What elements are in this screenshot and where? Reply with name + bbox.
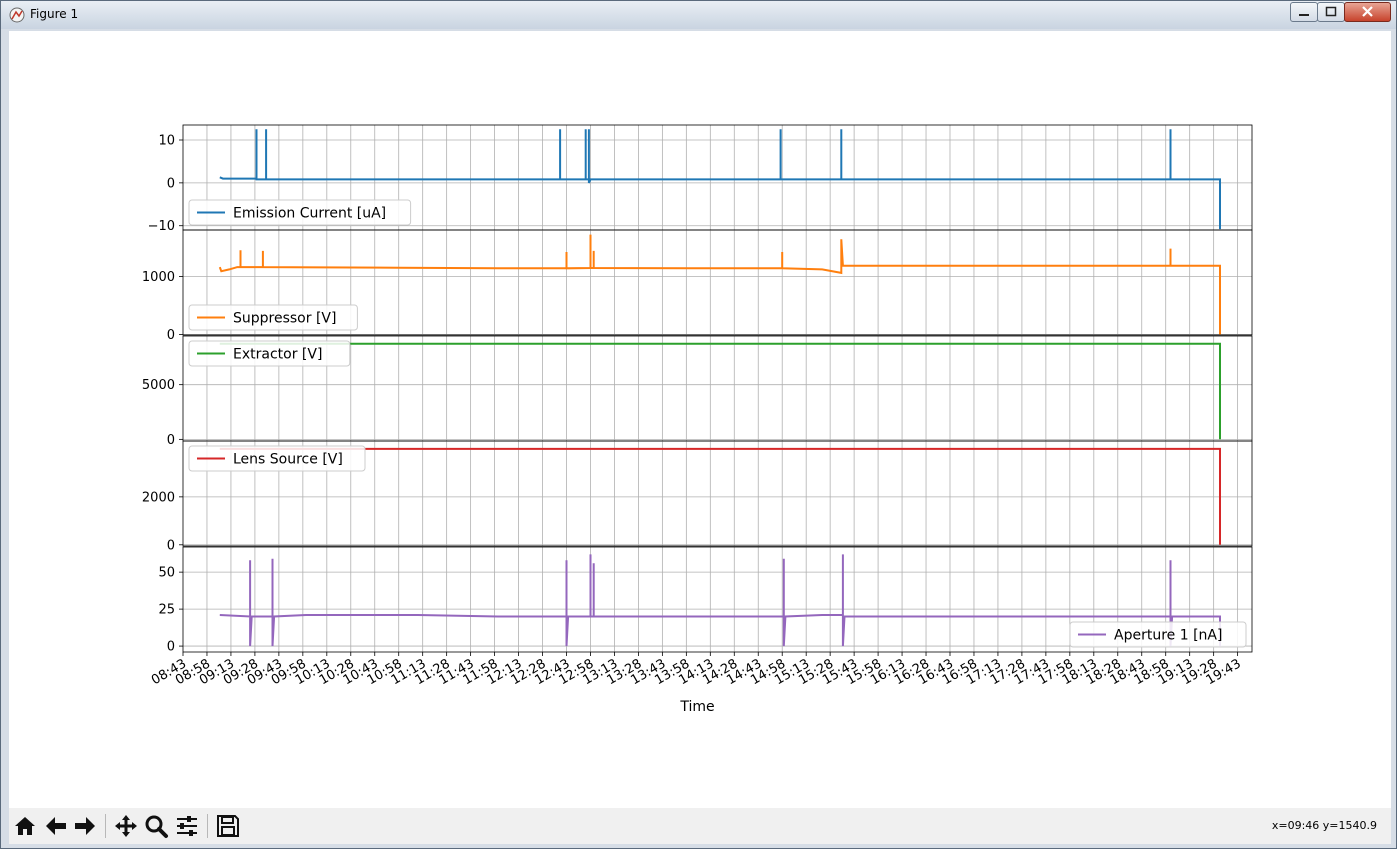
subplots-config-icon (177, 816, 197, 836)
y-tick-label: 25 (158, 603, 175, 618)
y-tick-label: 0 (167, 328, 175, 343)
y-tick-label: 0 (167, 176, 175, 191)
y-tick-label: 10 (158, 134, 175, 149)
save-icon (217, 815, 239, 837)
forward-arrow-icon (75, 817, 95, 835)
save-button[interactable] (214, 812, 242, 840)
toolbar-separator (105, 814, 106, 838)
title-bar[interactable]: Figure 1 (1, 1, 1396, 29)
window-title: Figure 1 (30, 7, 79, 21)
subplots-button[interactable] (173, 812, 201, 840)
legend-label: Aperture 1 [nA] (1114, 628, 1222, 644)
y-tick-label: 0 (167, 640, 175, 655)
y-tick-label: −10 (148, 219, 175, 234)
cursor-coordinates: x=09:46 y=1540.9 (1271, 819, 1377, 832)
legend-label: Suppressor [V] (233, 311, 336, 327)
y-tick-label: 2000 (142, 490, 175, 505)
pan-button[interactable] (112, 812, 140, 840)
legend-label: Lens Source [V] (233, 452, 343, 468)
forward-button[interactable] (71, 812, 99, 840)
y-tick-label: 50 (158, 566, 175, 581)
chart: 10 0 −10 Emission Current [uA] 1000 0 Suppress… (142, 124, 1253, 715)
y-tick-label: 0 (167, 538, 175, 553)
toolbar-separator (207, 814, 208, 838)
maximize-button[interactable] (1317, 2, 1345, 22)
pan-icon (115, 815, 137, 837)
x-axis-label: Time (679, 699, 714, 715)
back-arrow-icon (46, 817, 66, 835)
legend-label: Extractor [V] (233, 347, 322, 363)
figure-app-icon (9, 7, 25, 23)
figure-canvas[interactable]: 10 0 −10 Emission Current [uA] 1000 0 Suppress… (9, 31, 1391, 808)
zoom-button[interactable] (142, 812, 170, 840)
maximize-icon (1325, 6, 1337, 17)
navigation-toolbar: x=09:46 y=1540.9 (9, 808, 1391, 844)
legend-label: Emission Current [uA] (233, 206, 386, 222)
y-tick-label: 1000 (142, 270, 175, 285)
close-button[interactable] (1344, 2, 1391, 22)
home-button[interactable] (11, 812, 39, 840)
close-icon (1362, 6, 1373, 17)
back-button[interactable] (42, 812, 70, 840)
zoom-icon (145, 815, 168, 838)
home-icon (15, 817, 35, 835)
minimize-button[interactable] (1290, 2, 1318, 22)
minimize-icon (1299, 14, 1309, 16)
y-tick-label: 0 (167, 433, 175, 448)
app-window: Figure 1 10 0 −10 Emission Current [uA] 1000… (0, 0, 1397, 849)
y-tick-label: 5000 (142, 378, 175, 393)
